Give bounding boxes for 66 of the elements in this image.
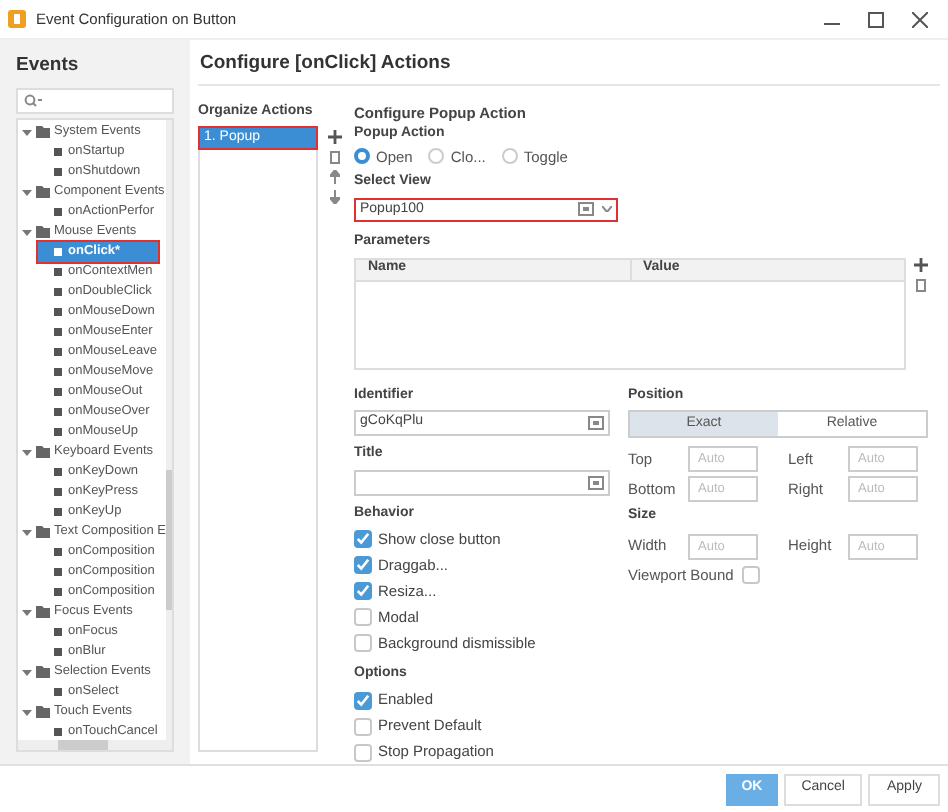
square-icon (54, 308, 62, 316)
folder-icon (36, 226, 50, 238)
expand-arrow-icon[interactable] (22, 607, 32, 617)
square-icon (54, 408, 62, 416)
radio-button[interactable] (354, 148, 370, 165)
add-icon[interactable] (914, 257, 928, 271)
search-icon (24, 94, 42, 108)
square-icon (54, 588, 62, 596)
up-arrow-icon[interactable] (329, 170, 339, 184)
square-icon (54, 508, 62, 516)
expand-arrow-icon[interactable] (22, 127, 32, 137)
square-icon (54, 288, 62, 296)
radio-button[interactable] (428, 148, 445, 165)
down-arrow-icon[interactable] (329, 190, 339, 204)
square-icon (54, 148, 62, 156)
binding-icon[interactable] (588, 475, 604, 489)
app-icon (8, 10, 26, 28)
add-icon[interactable] (327, 130, 341, 144)
expand-arrow-icon[interactable] (22, 527, 32, 537)
binding-icon[interactable] (588, 416, 604, 430)
search-field[interactable] (16, 88, 174, 114)
expand-arrow-icon[interactable] (22, 187, 32, 197)
close-icon[interactable] (912, 11, 928, 27)
expand-arrow-icon[interactable] (22, 227, 32, 237)
square-icon (54, 688, 62, 696)
radio-button[interactable] (501, 148, 518, 165)
square-icon (54, 168, 62, 176)
square-icon (54, 468, 62, 476)
folder-icon (36, 606, 50, 618)
checkbox[interactable] (354, 717, 372, 735)
square-icon (54, 648, 62, 656)
expand-arrow-icon[interactable] (22, 667, 32, 677)
checkbox[interactable] (354, 608, 372, 626)
square-icon (54, 388, 62, 396)
square-icon (54, 548, 62, 556)
heading: Configure [onClick] Actions (198, 50, 453, 78)
square-icon (54, 248, 62, 256)
maximize-icon[interactable] (868, 11, 884, 27)
expand-arrow-icon[interactable] (22, 707, 32, 717)
title-field[interactable] (354, 469, 610, 495)
folder-icon (36, 186, 50, 198)
folder-icon (36, 706, 50, 718)
binding-icon[interactable] (578, 202, 594, 217)
square-icon (54, 328, 62, 336)
square-icon (54, 728, 62, 736)
dropdown-caret-icon[interactable] (602, 206, 612, 213)
folder-icon (36, 446, 50, 458)
expand-arrow-icon[interactable] (22, 447, 32, 457)
trash-icon[interactable] (916, 277, 926, 291)
square-icon (54, 208, 62, 216)
checkbox[interactable] (354, 634, 372, 652)
folder-icon (36, 526, 50, 538)
square-icon (54, 488, 62, 496)
square-icon (54, 628, 62, 636)
square-icon (54, 348, 62, 356)
square-icon (54, 368, 62, 376)
square-icon (54, 568, 62, 576)
checkbox[interactable] (741, 566, 760, 584)
trash-icon[interactable] (329, 150, 339, 164)
panel-title: Events (16, 52, 81, 80)
folder-icon (36, 666, 50, 678)
folder-icon (36, 126, 50, 138)
checkbox[interactable] (354, 743, 372, 761)
horizontal-scrollbar[interactable] (18, 740, 172, 750)
square-icon (54, 428, 62, 436)
square-icon (54, 268, 62, 276)
